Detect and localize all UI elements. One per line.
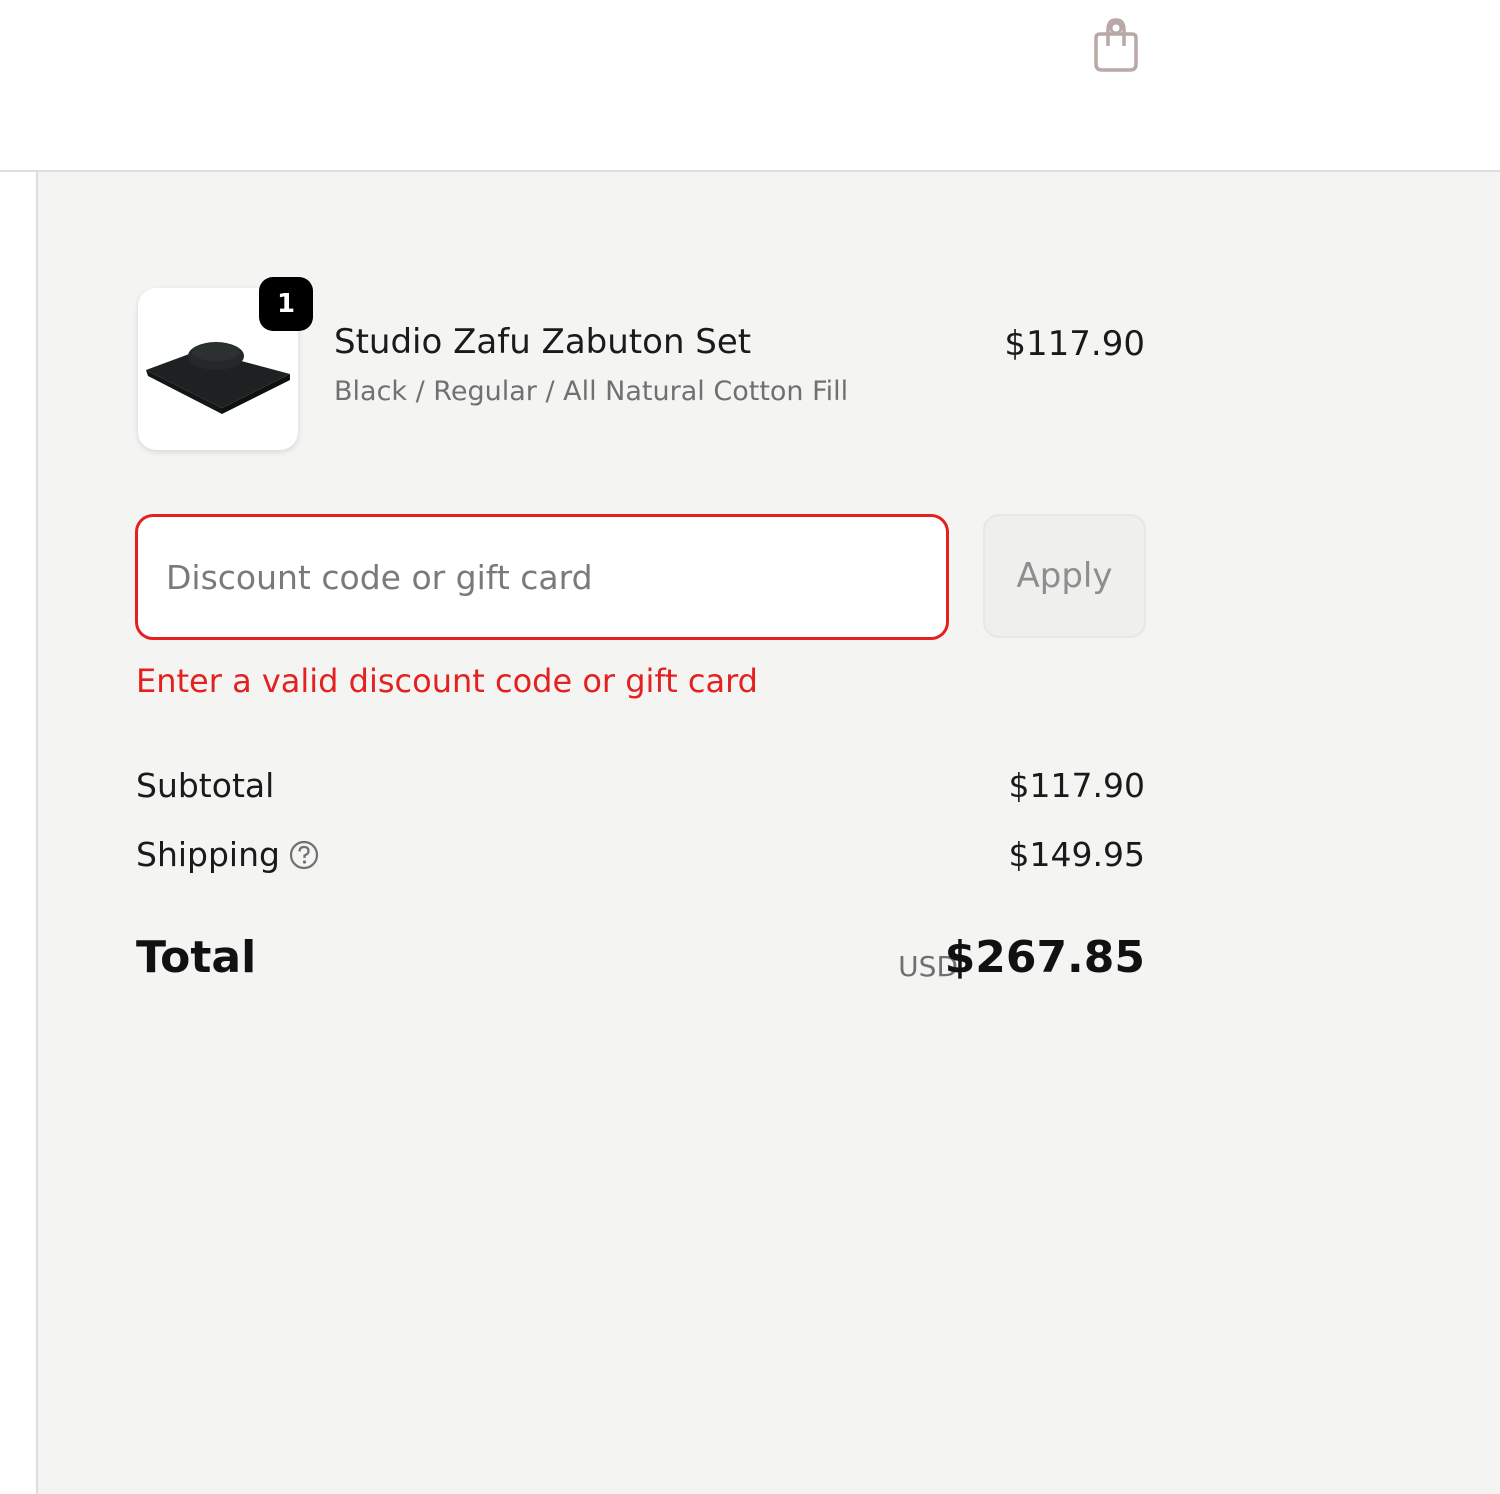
product-price: $117.90: [1004, 324, 1145, 364]
quantity-badge: 1: [259, 277, 313, 331]
shopping-bag-icon[interactable]: [1088, 16, 1144, 76]
checkout-main-column: [0, 172, 38, 1494]
total-value: $267.85: [944, 932, 1145, 983]
shipping-value: $149.95: [1008, 835, 1145, 874]
order-summary: 1 Studio Zafu Zabuton Set Black / Regula…: [38, 172, 1500, 1494]
subtotal-value: $117.90: [1008, 766, 1145, 805]
shipping-label: Shipping: [136, 835, 280, 874]
total-label: Total: [136, 932, 257, 983]
discount-code-input[interactable]: [135, 514, 949, 640]
product-variant: Black / Regular / All Natural Cotton Fil…: [334, 376, 849, 407]
help-circle-icon[interactable]: [288, 839, 320, 871]
discount-error-message: Enter a valid discount code or gift card: [136, 662, 758, 700]
site-header: [0, 0, 1500, 172]
subtotal-label: Subtotal: [136, 766, 275, 805]
product-name: Studio Zafu Zabuton Set: [334, 322, 752, 362]
apply-discount-button[interactable]: Apply: [983, 514, 1146, 638]
